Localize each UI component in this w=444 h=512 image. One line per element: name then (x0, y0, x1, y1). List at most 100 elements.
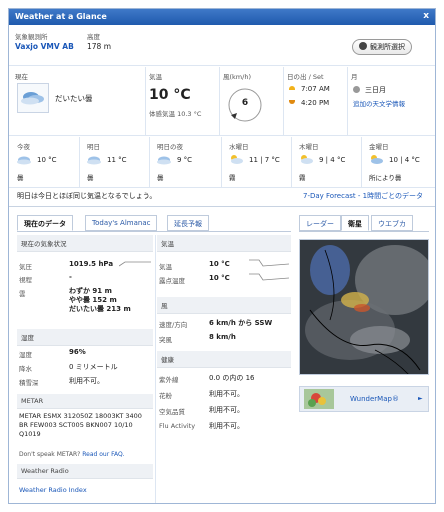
tab-satellite[interactable]: 衛星 (341, 215, 369, 231)
conditions-head: 現在の気象状況 (17, 235, 153, 252)
forecast-day: 水曜日 (229, 143, 249, 151)
metar-faq-prefix: Don't speak METAR? (19, 451, 83, 458)
moon-label: 月 (351, 73, 358, 81)
forecast-day: 明日 (87, 143, 100, 151)
clouds-label: 雲 (19, 290, 26, 298)
dewpoint-value: 10 °C (209, 274, 230, 282)
forecast-cond: 霧 (229, 174, 236, 182)
cloudy-icon (87, 156, 101, 165)
tab-webcam[interactable]: ウエブカ (371, 215, 413, 231)
partly-cloudy-icon (371, 155, 383, 164)
wind-value: 6 (241, 98, 249, 108)
health-head: 健康 (157, 351, 291, 368)
tab-almanac[interactable]: Today's Almanac (85, 215, 158, 231)
forecast-temp: 11 | 7 °C (249, 156, 280, 164)
widget-titlebar: Weather at a Glance x (9, 9, 435, 25)
snow-label: 積雪深 (19, 379, 39, 387)
seven-day-link[interactable]: 7-Day Forecast - 1時間ごとのデータ (303, 191, 423, 201)
change-station-label: 観測所選択 (370, 43, 405, 51)
forecast-day: 金曜日 (369, 143, 389, 151)
moon-phase: 三日月 (365, 86, 386, 94)
satellite-map[interactable] (299, 239, 429, 375)
pollen-label: 花粉 (159, 392, 172, 400)
satellite-image (300, 240, 428, 374)
wind-speed-label: 速度/方向 (159, 321, 188, 329)
flu-value: 利用不可。 (209, 422, 244, 430)
forecast-temp: 10 °C (37, 156, 57, 164)
temp-detail-value: 10 °C (209, 260, 230, 268)
cloudy-icon (17, 156, 31, 165)
radio-index-link[interactable]: Weather Radio Index (19, 486, 87, 494)
now-label: 現在 (15, 73, 28, 81)
metar-faq: Don't speak METAR? Read our FAQ. (19, 451, 125, 458)
pressure-value: 1019.5 hPa (69, 260, 114, 268)
temp-detail-label: 気温 (159, 263, 172, 271)
forecast-cond: 所により曇 (369, 174, 402, 182)
forecast-cond: 曇 (87, 174, 94, 182)
sunrise-icon (289, 86, 295, 90)
metar-text: METAR ESMX 312050Z 18003KT 3400 BR FEW00… (19, 412, 142, 438)
sunset-time: 4:20 PM (301, 99, 330, 107)
station-name[interactable]: Vaxjo VMV AB (15, 42, 74, 51)
elevation-value: 178 m (87, 42, 112, 51)
forecast-day: 木曜日 (299, 143, 319, 151)
forecast-day: 明日の夜 (157, 143, 183, 151)
temp-sparkline (249, 259, 289, 267)
change-station-button[interactable]: 観測所選択 (352, 39, 412, 55)
flu-label: Flu Activity (159, 422, 196, 430)
dewpoint-sparkline (249, 273, 289, 281)
weather-widget: Weather at a Glance x 気象観測所 Vaxjo VMV AB… (8, 8, 436, 504)
close-icon[interactable]: x (423, 11, 429, 21)
pressure-sparkline (119, 261, 151, 267)
precip-label: 降水 (19, 365, 32, 373)
forecast-temp: 9 | 4 °C (319, 156, 346, 164)
metar-head: METAR (17, 394, 153, 409)
tab-extended-forecast[interactable]: 延長予報 (167, 215, 209, 231)
tab-radar[interactable]: レーダー (299, 215, 341, 231)
station-label: 気象観測所 (15, 33, 48, 41)
forecast-summary: 明日は今日とほぼ同じ気温となるでしょう。 (17, 192, 157, 200)
air-label: 空気品質 (159, 408, 185, 416)
cloudy-icon (157, 156, 171, 165)
current-temp: 10 °C (149, 87, 191, 103)
visibility-label: 視程 (19, 276, 32, 284)
gust-value: 8 km/h (209, 333, 236, 341)
fog-icon (231, 155, 243, 164)
cloudy-icon (21, 92, 44, 105)
feels-like: 体感気温 10.3 °C (149, 110, 202, 118)
pollen-value: 利用不可。 (209, 390, 244, 398)
pressure-label: 気圧 (19, 263, 32, 271)
fog-icon (301, 155, 313, 164)
visibility-value: - (69, 273, 72, 281)
sun-label: 日の出 / Set (287, 73, 324, 81)
forecast-cond: 曇 (157, 174, 164, 182)
forecast-cond: 霧 (299, 174, 306, 182)
humidity-label: 湿度 (19, 351, 32, 359)
air-value: 利用不可。 (209, 406, 244, 414)
gust-label: 突風 (159, 336, 172, 344)
precip-value: 0 ミリメートル (69, 363, 118, 371)
widget-title: Weather at a Glance (15, 12, 107, 21)
tab-current-data[interactable]: 現在のデータ (17, 215, 73, 231)
uv-value: 0.0 の内の 16 (209, 374, 255, 382)
metar-faq-link[interactable]: Read our FAQ. (82, 451, 124, 458)
forecast-day: 今夜 (17, 143, 30, 151)
cloud-layer: わずか 91 m (69, 287, 112, 295)
wind-speed-value: 6 km/h から SSW (209, 319, 273, 327)
cloud-layer: やや曇 152 m (69, 296, 117, 304)
moon-icon (353, 86, 360, 93)
dewpoint-label: 露点温度 (159, 277, 185, 285)
elevation-label: 高度 (87, 33, 100, 41)
temperature-head: 気温 (157, 235, 291, 252)
clouds-list: わずか 91 m やや曇 152 m だいたい曇 213 m (69, 287, 131, 314)
sunset-icon (289, 100, 295, 104)
forecast-temp: 10 | 4 °C (389, 156, 420, 164)
astronomy-link[interactable]: 追加の天文学情報 (353, 98, 405, 108)
station-icon (359, 42, 367, 50)
wundermap-link[interactable]: WunderMap® ► (299, 386, 429, 412)
uv-label: 紫外線 (159, 376, 179, 384)
arrow-right-icon: ► (418, 395, 423, 402)
wind-dial: 6 (225, 85, 265, 125)
cloud-layer: だいたい曇 213 m (69, 305, 131, 313)
sunrise-time: 7:07 AM (301, 85, 330, 93)
